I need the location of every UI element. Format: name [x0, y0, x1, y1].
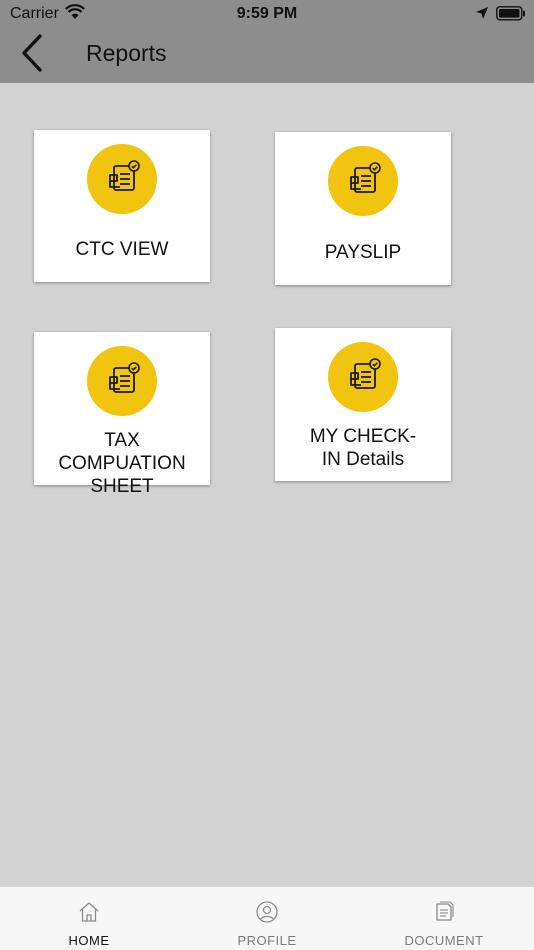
card-label: CTC VIEW — [75, 239, 169, 260]
reports-screen: Carrier 9:59 PM Reports CTC VIEW PAYSLIP… — [0, 0, 534, 950]
card-label: TAX COMPUATION SHEET — [58, 430, 186, 497]
tab-bar: HOME PROFILE DOCUMENT — [0, 886, 534, 950]
report-card-payslip[interactable]: PAYSLIP — [275, 132, 451, 285]
tab-label: DOCUMENT — [404, 933, 484, 948]
report-icon — [87, 144, 157, 214]
card-label: MY CHECK-IN Details — [309, 426, 417, 470]
profile-icon — [256, 901, 278, 923]
report-icon — [328, 146, 398, 216]
tab-document[interactable]: DOCUMENT — [384, 887, 504, 950]
tab-home[interactable]: HOME — [29, 887, 149, 950]
card-label: PAYSLIP — [324, 242, 402, 263]
document-icon — [436, 901, 454, 921]
report-card-tax-computation[interactable]: TAX COMPUATION SHEET — [34, 332, 210, 497]
home-icon — [79, 902, 99, 922]
page-title: Reports — [86, 40, 167, 66]
location-arrow-icon — [476, 7, 488, 19]
report-card-my-check-in[interactable]: MY CHECK-IN Details — [275, 328, 451, 481]
back-button[interactable] — [16, 33, 48, 73]
tab-profile[interactable]: PROFILE — [207, 887, 327, 950]
tab-label: HOME — [68, 933, 110, 948]
report-icon — [328, 342, 398, 412]
battery-icon — [496, 6, 525, 21]
report-icon — [87, 346, 157, 416]
status-bar: Carrier 9:59 PM — [0, 0, 534, 28]
navigation-bar: Carrier 9:59 PM Reports — [0, 0, 534, 83]
report-card-ctc-view[interactable]: CTC VIEW — [34, 130, 210, 282]
clock: 9:59 PM — [236, 5, 298, 22]
tab-label: PROFILE — [237, 933, 297, 948]
